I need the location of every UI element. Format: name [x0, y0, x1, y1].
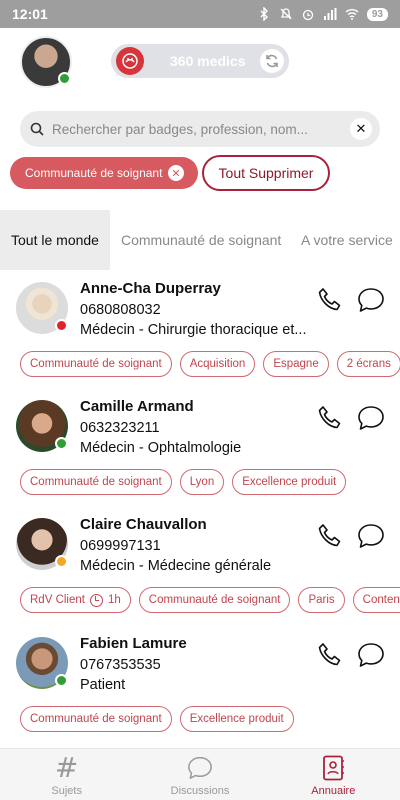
phone-call-icon[interactable]: [316, 522, 344, 550]
alarm-icon: [302, 9, 314, 21]
tab-care-community[interactable]: Communauté de soignant: [121, 210, 289, 270]
contact-profession: Médecin - Chirurgie thoracique et...: [80, 322, 307, 338]
contact-badges: Communauté de soignant Lyon Excellence p…: [20, 469, 347, 495]
presence-status-indicator: [55, 674, 68, 687]
contact-phone: 0632323211: [80, 420, 160, 436]
contact-phone: 0767353535: [80, 657, 161, 673]
contact-phone: 0699997131: [80, 538, 161, 554]
badge[interactable]: 2 écrans: [336, 351, 400, 377]
status-icons: 93: [257, 7, 388, 21]
tab-at-your-service[interactable]: A votre service: [301, 210, 393, 270]
nav-item-discussions[interactable]: Discussions: [133, 749, 266, 800]
active-filter-chip[interactable]: Communauté de soignant ✕: [10, 157, 198, 189]
contact-phone: 0680808032: [80, 302, 161, 318]
badge[interactable]: Espagne: [263, 351, 329, 377]
chat-bubble-icon[interactable]: [356, 404, 386, 432]
nav-item-topics[interactable]: # Sujets: [0, 749, 133, 800]
signal-icon: [323, 8, 337, 20]
search-bar[interactable]: Rechercher par badges, profession, nom..…: [20, 111, 380, 147]
phone-call-icon[interactable]: [316, 404, 344, 432]
presence-status-indicator: [55, 319, 68, 332]
hash-icon: #: [54, 751, 79, 784]
badge[interactable]: Acquisition: [179, 351, 256, 377]
badge[interactable]: Excellence produit: [232, 469, 347, 495]
medics-count-label: 360 medics: [170, 53, 246, 69]
status-bar: 12:01 93: [0, 0, 400, 28]
badge[interactable]: Paris: [298, 587, 345, 613]
nav-label: Discussions: [170, 785, 230, 797]
badge[interactable]: Communauté de soignant: [138, 587, 291, 613]
contact-badges: RdV Client 1h Communauté de soignant Par…: [20, 587, 400, 613]
clear-all-filters-button[interactable]: Tout Supprimer: [202, 155, 330, 191]
contact-row[interactable]: Anne-Cha Duperray 0680808032 Médecin - C…: [0, 272, 400, 390]
contact-name: Camille Armand: [80, 398, 194, 415]
bottom-navigation: # Sujets Discussions Annuaire: [0, 748, 400, 800]
refresh-icon[interactable]: [260, 49, 284, 73]
directory-tabs: Tout le monde Communauté de soignant A v…: [0, 210, 400, 270]
contact-row[interactable]: Camille Armand 0632323211 Médecin - Opht…: [0, 390, 400, 508]
presence-status-indicator: [55, 555, 68, 568]
chat-bubble-icon[interactable]: [356, 641, 386, 669]
medics-logo-icon: [116, 47, 144, 75]
contacts-book-icon: [323, 755, 345, 781]
mute-bell-icon: [280, 8, 292, 20]
contact-row[interactable]: Claire Chauvallon 0699997131 Médecin - M…: [0, 508, 400, 626]
badge[interactable]: Communauté de soignant: [20, 351, 172, 377]
chat-bubble-icon[interactable]: [356, 522, 386, 550]
chat-bubble-icon: [188, 757, 212, 779]
active-filter-label: Communauté de soignant: [25, 166, 163, 180]
contact-profession: Patient: [80, 677, 126, 693]
nav-item-directory[interactable]: Annuaire: [267, 749, 400, 800]
badge[interactable]: Communauté de soignant: [20, 706, 172, 732]
contact-name: Fabien Lamure: [80, 635, 187, 652]
bluetooth-icon: [260, 7, 268, 21]
chat-bubble-icon[interactable]: [356, 286, 386, 314]
phone-call-icon[interactable]: [316, 286, 344, 314]
contact-profession: Médecin - Ophtalmologie: [80, 440, 242, 456]
tab-everyone[interactable]: Tout le monde: [0, 210, 110, 270]
search-input[interactable]: Rechercher par badges, profession, nom..…: [52, 122, 308, 137]
contact-row[interactable]: Fabien Lamure 0767353535 Patient Communa…: [0, 627, 400, 745]
phone-call-icon[interactable]: [316, 641, 344, 669]
presence-status-indicator: [55, 437, 68, 450]
contact-badges: Communauté de soignant Excellence produi…: [20, 706, 294, 732]
badge[interactable]: Lyon: [179, 469, 225, 495]
contact-badges: Communauté de soignant Acquisition Espag…: [20, 351, 400, 377]
wifi-icon: [345, 9, 359, 20]
medics-counter[interactable]: 360 medics: [111, 44, 289, 78]
nav-label: Annuaire: [311, 785, 356, 797]
nav-label: Sujets: [51, 785, 82, 797]
badge[interactable]: Contenu: [352, 587, 400, 613]
clock-icon: [89, 593, 103, 607]
contact-name: Anne-Cha Duperray: [80, 280, 221, 297]
timed-badge-label: RdV Client: [30, 594, 85, 606]
status-time: 12:01: [12, 6, 48, 22]
timed-badge-duration: 1h: [107, 594, 121, 606]
app-header: 360 medics: [0, 28, 400, 98]
clear-search-icon[interactable]: ✕: [350, 118, 372, 140]
online-status-indicator: [58, 72, 71, 85]
remove-filter-icon[interactable]: ✕: [168, 165, 184, 181]
contact-profession: Médecin - Médecine générale: [80, 558, 272, 574]
contact-name: Claire Chauvallon: [80, 516, 207, 533]
battery-icon: 93: [366, 7, 388, 21]
badge[interactable]: Excellence produit: [179, 706, 294, 732]
search-icon: [30, 122, 44, 136]
timed-badge[interactable]: RdV Client 1h: [20, 587, 131, 613]
badge[interactable]: Communauté de soignant: [20, 469, 172, 495]
